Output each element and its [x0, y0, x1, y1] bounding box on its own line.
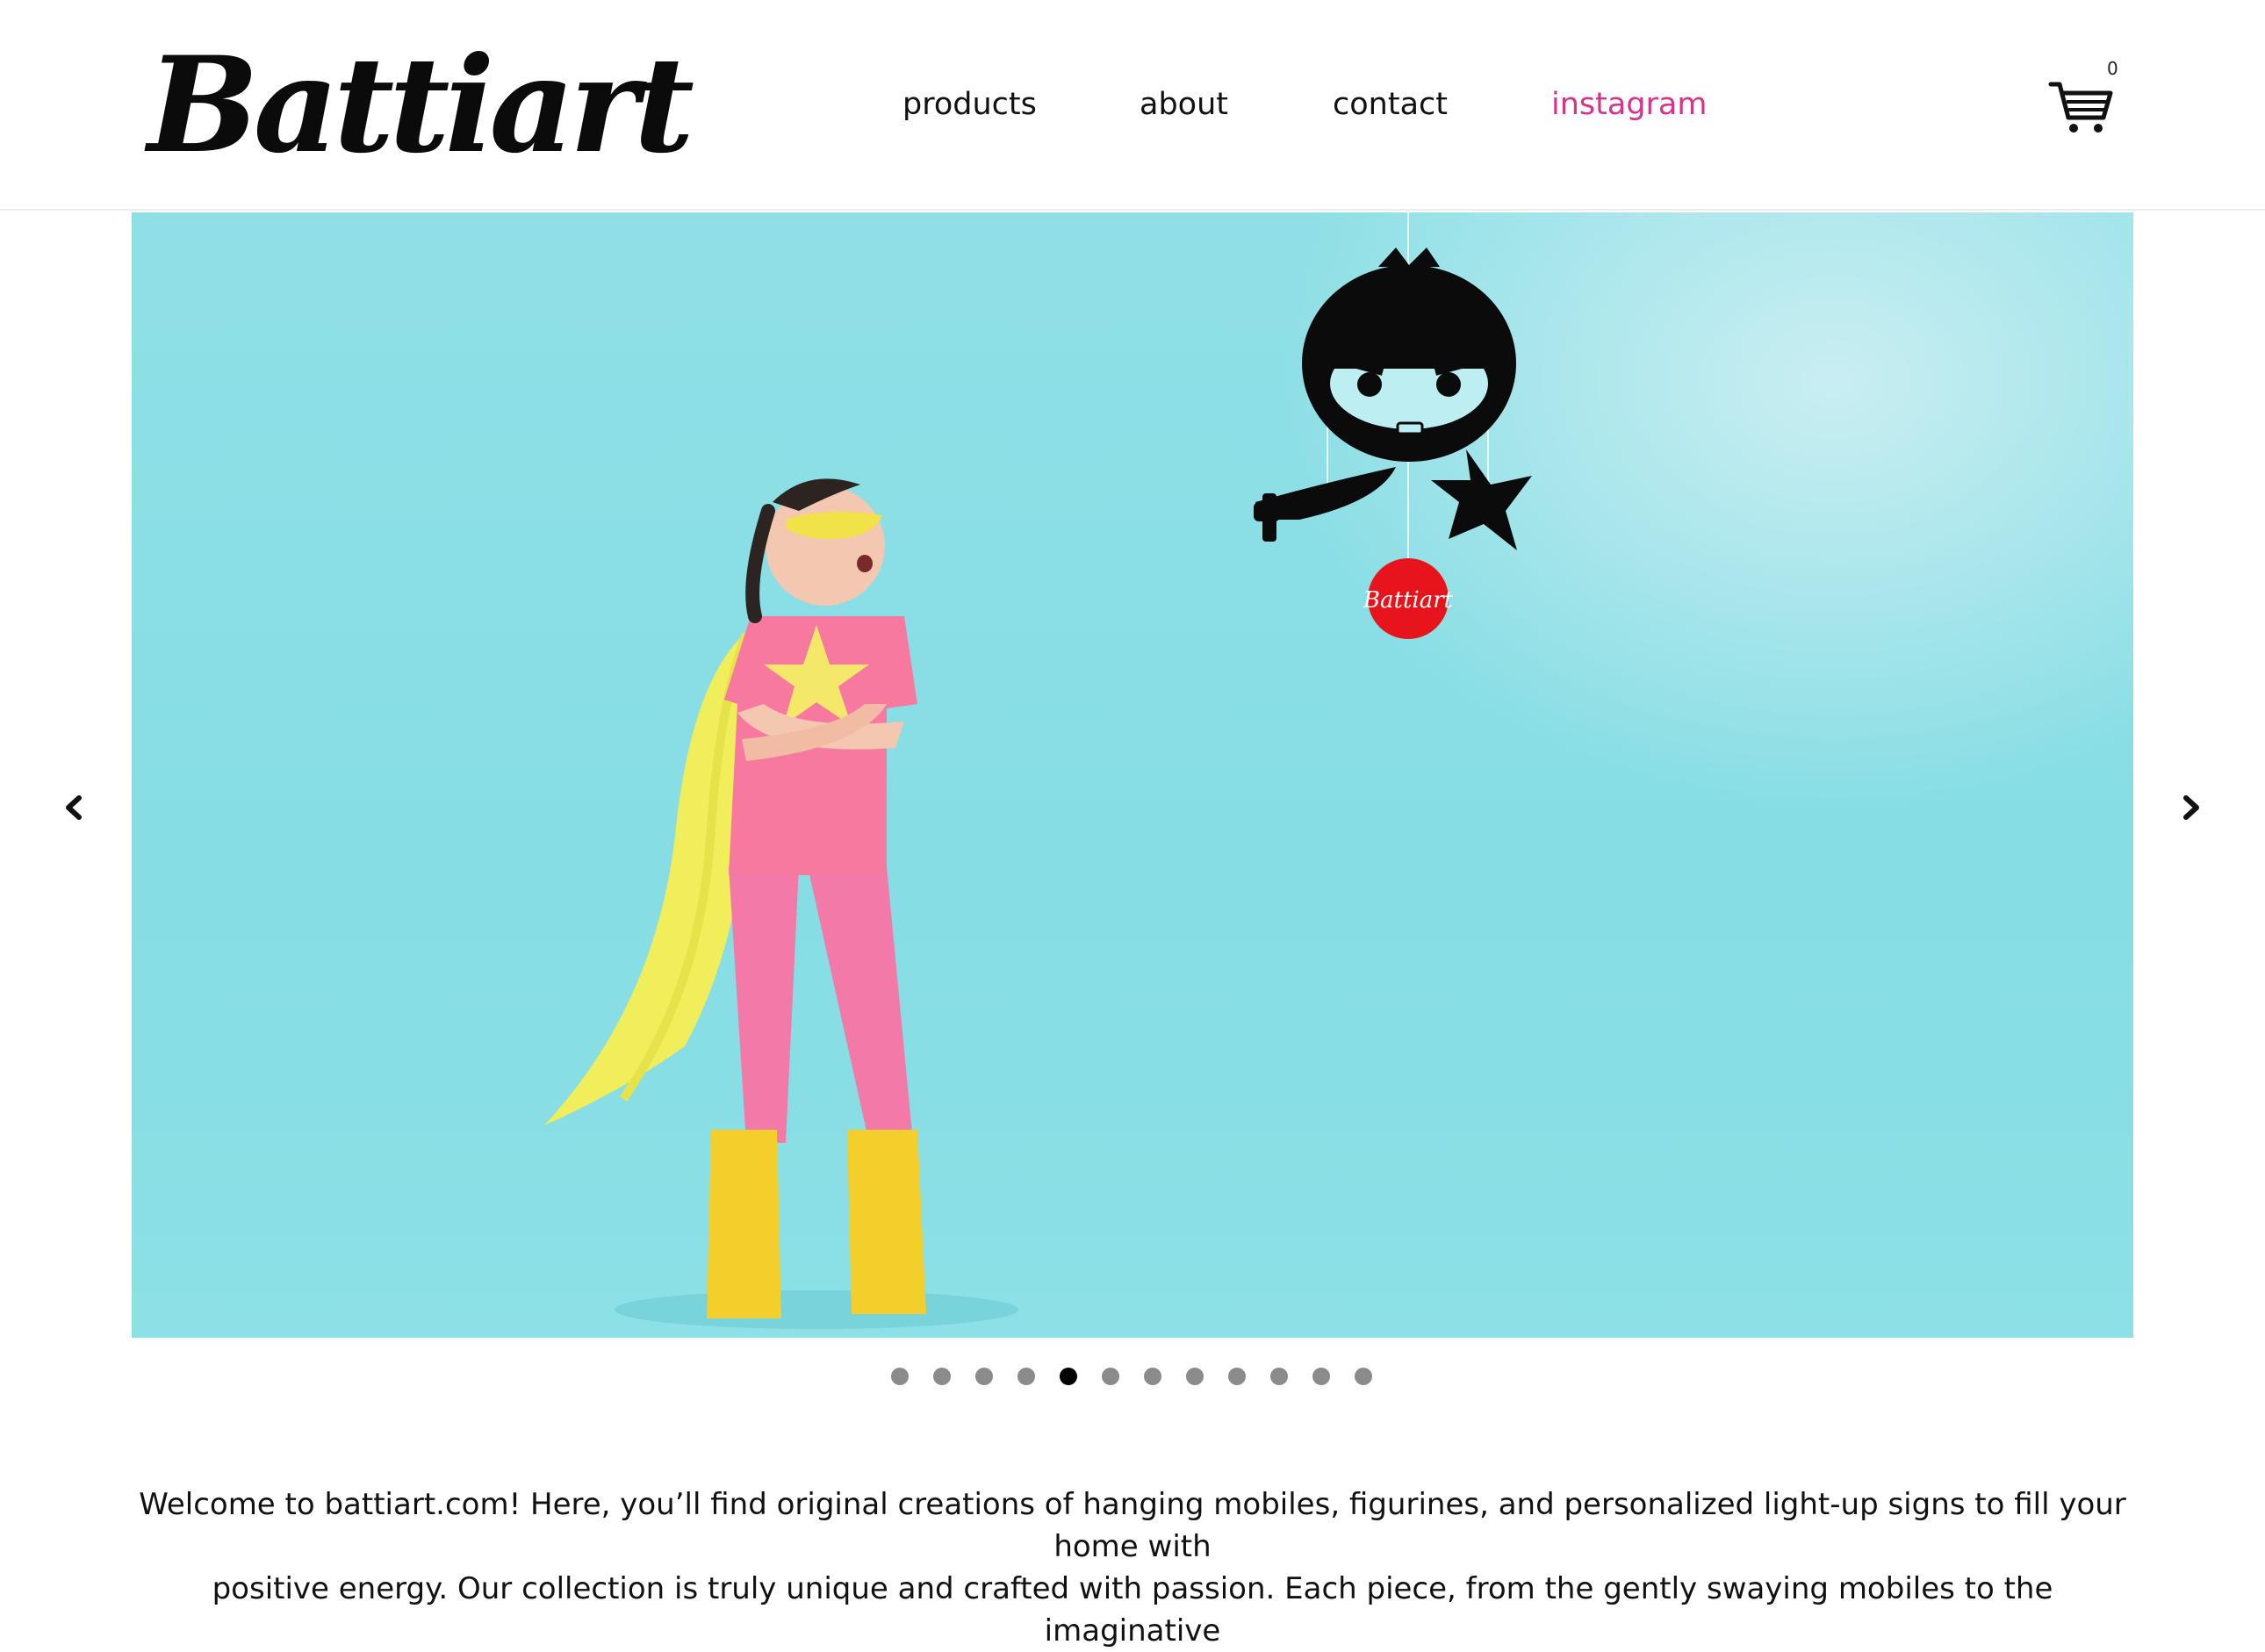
- ninja-mobile-figure: [1254, 248, 1532, 550]
- battiart-logo[interactable]: Battiart: [147, 18, 694, 193]
- carousel-dot-5[interactable]: [1060, 1368, 1077, 1385]
- battiart-red-badge: Battiart: [1363, 558, 1454, 639]
- nav-instagram[interactable]: instagram: [1551, 77, 1707, 132]
- welcome-line-2: positive energy. Our collection is truly…: [212, 1571, 2053, 1648]
- carousel-next-button[interactable]: [2168, 786, 2212, 830]
- nav-about[interactable]: about: [1140, 77, 1228, 132]
- nav-contact[interactable]: contact: [1333, 77, 1448, 132]
- carousel-pagination: [0, 1368, 2265, 1389]
- welcome-text: Welcome to battiart.com! Here, you’ll fi…: [132, 1483, 2133, 1652]
- carousel-dot-1[interactable]: [891, 1368, 909, 1385]
- carousel-dot-2[interactable]: [933, 1368, 951, 1385]
- cart-count-badge: 0: [2107, 58, 2118, 79]
- svg-text:Battiart: Battiart: [1363, 587, 1454, 614]
- nav-products[interactable]: products: [902, 77, 1037, 132]
- chevron-right-icon: [2183, 795, 2199, 820]
- hero-carousel-slide: Battiart: [132, 212, 2133, 1338]
- carousel-prev-button[interactable]: [53, 786, 97, 830]
- carousel-dot-3[interactable]: [975, 1368, 993, 1385]
- hero-illustration: Battiart: [544, 212, 1532, 1329]
- site-header: Battiart products about contact instagra…: [0, 0, 2265, 211]
- chevron-left-icon: [66, 795, 82, 820]
- cart-button[interactable]: [2046, 70, 2116, 140]
- cart-icon: [2048, 82, 2113, 133]
- carousel-dot-4[interactable]: [1017, 1368, 1035, 1385]
- carousel-dot-12[interactable]: [1355, 1368, 1372, 1385]
- welcome-line-1: Welcome to battiart.com! Here, you’ll fi…: [139, 1487, 2126, 1564]
- carousel-dot-7[interactable]: [1144, 1368, 1161, 1385]
- girl-in-superhero-costume: [544, 478, 1018, 1329]
- logo-text: Battiart: [147, 28, 694, 183]
- carousel-dot-6[interactable]: [1102, 1368, 1119, 1385]
- carousel-dot-9[interactable]: [1228, 1368, 1246, 1385]
- carousel-dot-11[interactable]: [1312, 1368, 1330, 1385]
- carousel-dot-8[interactable]: [1186, 1368, 1204, 1385]
- carousel-dot-10[interactable]: [1270, 1368, 1288, 1385]
